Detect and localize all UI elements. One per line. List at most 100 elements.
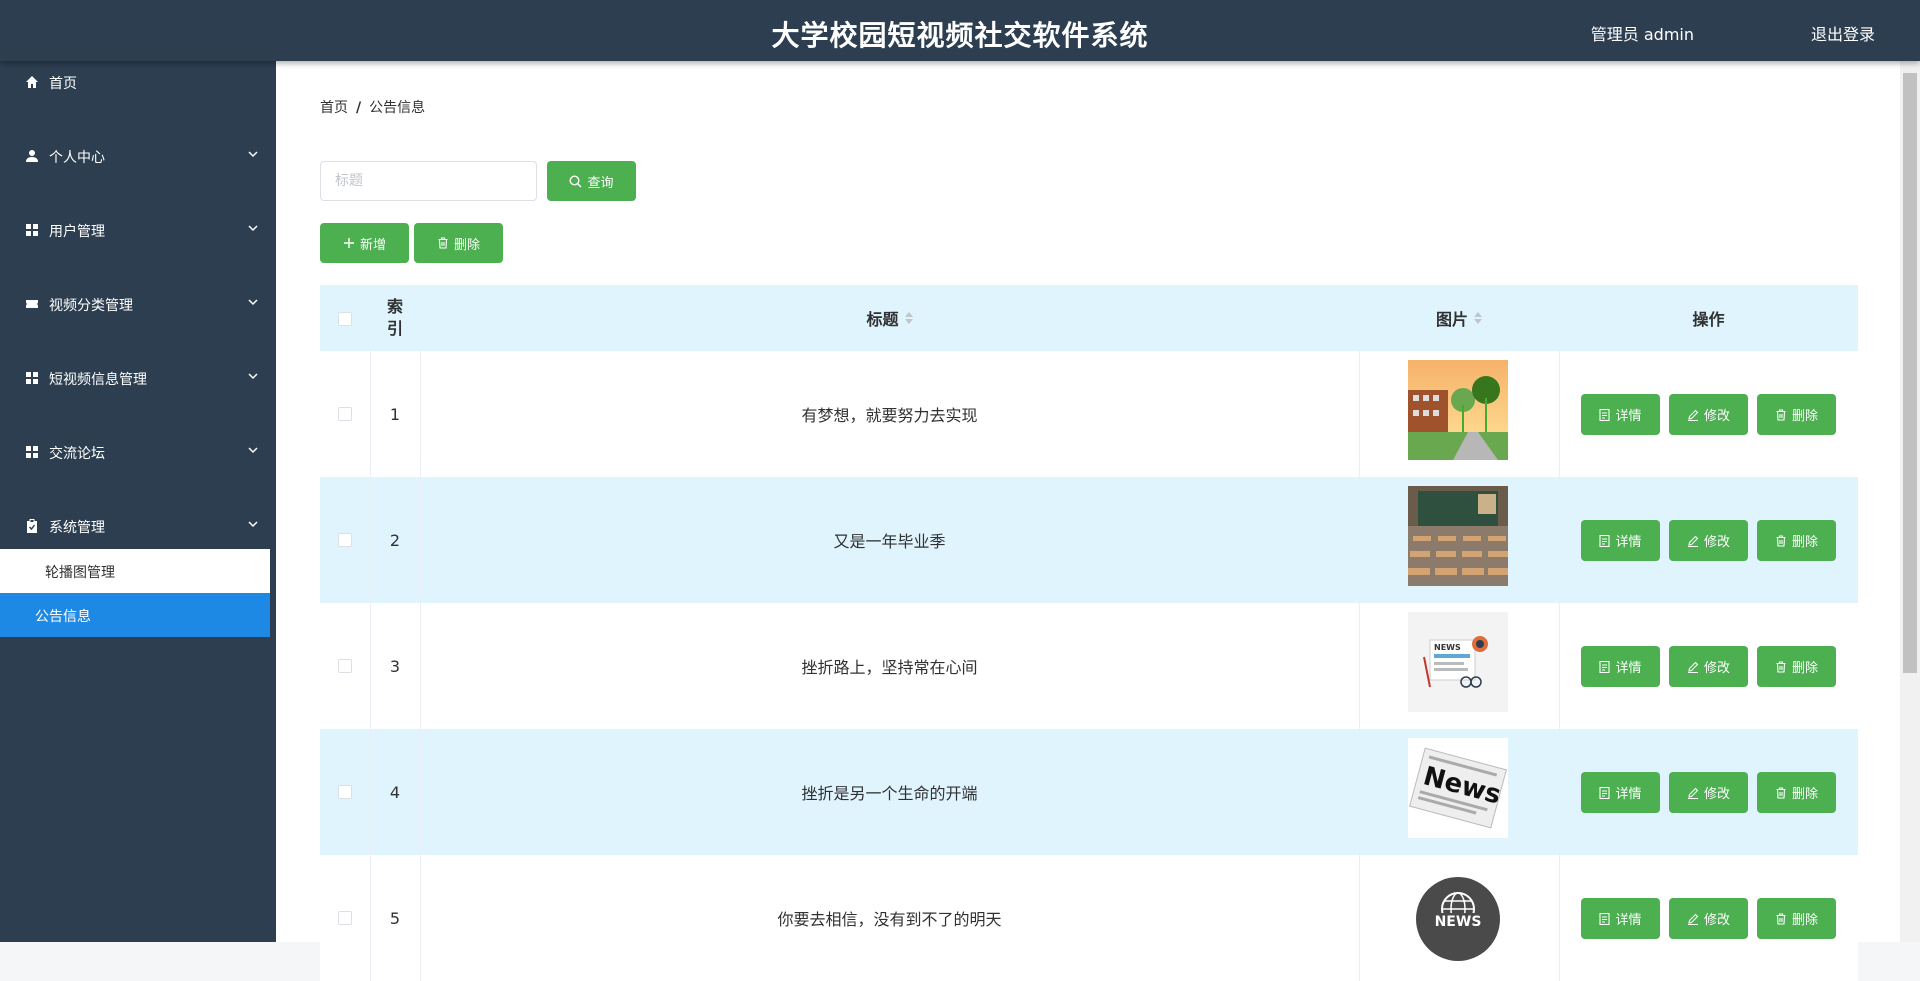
column-divider: [1359, 477, 1360, 603]
row-checkbox[interactable]: [338, 533, 352, 547]
edit-icon: [1687, 535, 1699, 547]
trash-icon: [1776, 408, 1786, 421]
column-image-label: 图片: [1435, 310, 1468, 329]
sidebar-item-label: 视频分类管理: [49, 298, 133, 314]
query-label: 查询: [587, 175, 614, 191]
column-divider: [1359, 603, 1360, 729]
edit-button[interactable]: 修改: [1669, 646, 1748, 687]
grid-icon: [26, 372, 38, 384]
row-index: 3: [389, 656, 401, 676]
grid-icon: [26, 224, 38, 236]
select-all-checkbox[interactable]: [338, 312, 352, 326]
edit-button[interactable]: 修改: [1669, 394, 1748, 435]
delete-label: 删除: [1791, 535, 1818, 550]
edit-button[interactable]: 修改: [1669, 520, 1748, 561]
edit-label: 修改: [1703, 661, 1730, 676]
row-thumbnail-newspaper-photo: News: [1408, 738, 1508, 838]
sidebar-item-label: 用户管理: [49, 224, 105, 240]
table-row: 5 你要去相信，没有到不了的明天 NEWS 详情 修改 删除: [320, 855, 1858, 981]
svg-text:NEWS: NEWS: [1435, 914, 1482, 930]
sidebar-item-user-management[interactable]: 用户管理: [0, 210, 276, 250]
delete-label: 删除: [1791, 913, 1818, 928]
logout-link[interactable]: 退出登录: [1811, 21, 1875, 45]
sidebar-item-short-video-info[interactable]: 短视频信息管理: [0, 358, 276, 398]
column-header-image[interactable]: 图片: [1359, 285, 1559, 351]
breadcrumb-home[interactable]: 首页: [320, 100, 348, 116]
sort-icon[interactable]: [904, 312, 913, 324]
sidebar-item-label: 首页: [49, 76, 77, 92]
edit-label: 修改: [1703, 787, 1730, 802]
sidebar-item-home[interactable]: 首页: [0, 62, 276, 102]
column-actions-label: 操作: [1692, 310, 1725, 329]
row-checkbox[interactable]: [338, 407, 352, 421]
table-row: 1 有梦想，就要努力去实现 详情 修改 删除: [320, 351, 1858, 477]
edit-icon: [1687, 409, 1699, 421]
edit-button[interactable]: 修改: [1669, 898, 1748, 939]
edit-label: 修改: [1703, 409, 1730, 424]
edit-icon: [1687, 661, 1699, 673]
main-content: 首页 / 公告信息 查询 新增 删除 索引 标题 图片 操作 1: [276, 61, 1900, 981]
sidebar-item-forum[interactable]: 交流论坛: [0, 432, 276, 472]
delete-button[interactable]: 删除: [1757, 646, 1836, 687]
chevron-down-icon: [248, 373, 258, 380]
sidebar-item-label: 交流论坛: [49, 446, 105, 462]
column-divider: [1359, 729, 1360, 855]
detail-button[interactable]: 详情: [1581, 646, 1660, 687]
vertical-scrollbar[interactable]: [1900, 61, 1920, 942]
ticket-icon: [26, 300, 38, 308]
delete-label: 删除: [1791, 661, 1818, 676]
row-checkbox[interactable]: [338, 911, 352, 925]
row-index: 4: [389, 782, 401, 802]
detail-button[interactable]: 详情: [1581, 772, 1660, 813]
delete-button[interactable]: 删除: [1757, 898, 1836, 939]
table-header: 索引 标题 图片 操作: [320, 285, 1858, 351]
table-row: 4 挫折是另一个生命的开端 News 详情 修改 删除: [320, 729, 1858, 855]
detail-label: 详情: [1615, 535, 1642, 550]
detail-button[interactable]: 详情: [1581, 898, 1660, 939]
delete-button[interactable]: 删除: [1757, 772, 1836, 813]
search-input[interactable]: [320, 161, 537, 201]
row-checkbox[interactable]: [338, 659, 352, 673]
edit-icon: [1687, 787, 1699, 799]
delete-label: 删除: [453, 237, 480, 253]
column-divider: [1359, 351, 1360, 477]
sidebar-item-video-category[interactable]: 视频分类管理: [0, 284, 276, 324]
row-thumbnail-campus-photo: [1408, 360, 1508, 460]
sidebar-item-system-management[interactable]: 系统管理: [0, 506, 276, 546]
batch-delete-button[interactable]: 删除: [414, 223, 503, 263]
chevron-down-icon: [248, 299, 258, 306]
edit-label: 修改: [1703, 913, 1730, 928]
row-title: 有梦想，就要努力去实现: [801, 406, 978, 425]
submenu-carousel-management[interactable]: 轮播图管理: [0, 549, 270, 593]
edit-icon: [1687, 913, 1699, 925]
edit-button[interactable]: 修改: [1669, 772, 1748, 813]
top-bar: 大学校园短视频社交软件系统 管理员 admin 退出登录: [0, 0, 1920, 61]
sidebar-item-label: 个人中心: [49, 150, 105, 166]
delete-button[interactable]: 删除: [1757, 520, 1836, 561]
column-title-label: 标题: [866, 310, 899, 329]
row-thumbnail-classroom-photo: [1408, 486, 1508, 586]
column-divider: [1559, 603, 1560, 729]
user-icon: [26, 150, 38, 162]
query-button[interactable]: 查询: [547, 161, 636, 201]
row-checkbox[interactable]: [338, 785, 352, 799]
svg-text:NEWS: NEWS: [1434, 643, 1461, 652]
row-title: 挫折是另一个生命的开端: [801, 784, 978, 803]
column-header-title[interactable]: 标题: [420, 285, 1359, 351]
column-divider: [1559, 477, 1560, 603]
column-header-index: 索引: [370, 285, 420, 351]
column-divider: [1559, 729, 1560, 855]
document-icon: [1599, 534, 1611, 547]
add-button[interactable]: 新增: [320, 223, 409, 263]
detail-label: 详情: [1615, 787, 1642, 802]
scrollbar-thumb[interactable]: [1903, 73, 1917, 673]
submenu-announcement[interactable]: 公告信息: [0, 593, 270, 637]
delete-label: 删除: [1791, 409, 1818, 424]
sort-icon[interactable]: [1474, 312, 1482, 324]
delete-button[interactable]: 删除: [1757, 394, 1836, 435]
detail-button[interactable]: 详情: [1581, 394, 1660, 435]
detail-label: 详情: [1615, 409, 1642, 424]
row-title: 你要去相信，没有到不了的明天: [777, 910, 1002, 929]
sidebar-item-personal-center[interactable]: 个人中心: [0, 136, 276, 176]
detail-button[interactable]: 详情: [1581, 520, 1660, 561]
